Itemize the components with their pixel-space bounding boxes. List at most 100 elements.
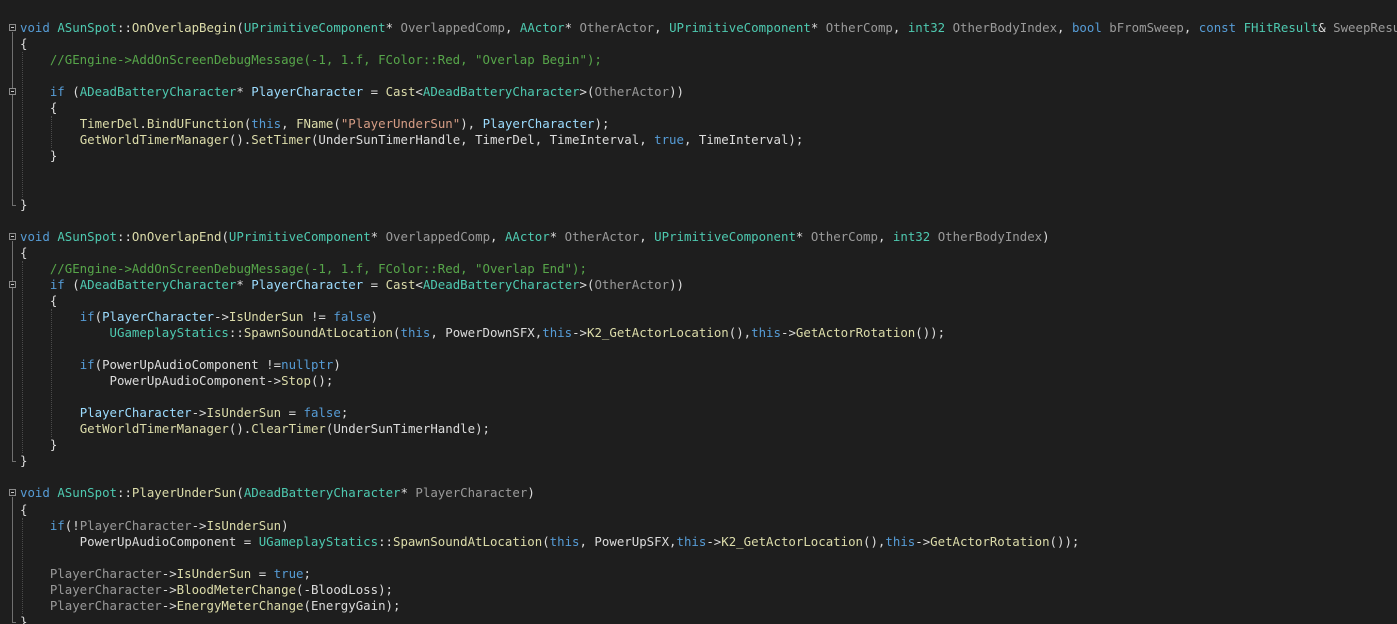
code-token: IsUnderSun	[228, 308, 304, 324]
code-line[interactable]: if (ADeadBatteryCharacter* PlayerCharact…	[0, 277, 1397, 293]
code-text: }	[20, 148, 57, 164]
code-token: (	[64, 276, 80, 292]
code-token: int32	[892, 228, 931, 244]
code-token: this	[549, 533, 580, 549]
code-line[interactable]: GetWorldTimerManager().SetTimer(UnderSun…	[0, 132, 1397, 148]
code-token: IsUnderSun	[176, 565, 252, 581]
code-token: ().	[228, 132, 252, 148]
code-line[interactable]: if(PowerUpAudioComponent !=nullptr)	[0, 357, 1397, 373]
collapse-minus-icon[interactable]	[9, 232, 16, 240]
code-line[interactable]: PlayerCharacter->EnergyMeterChange(Energ…	[0, 598, 1397, 614]
code-token: ,	[1183, 20, 1199, 35]
code-line[interactable]: TimerDel.BindUFunction(this, FName("Play…	[0, 116, 1397, 132]
code-line[interactable]	[0, 181, 1397, 197]
code-text: if(PowerUpAudioComponent !=nullptr)	[20, 357, 341, 373]
code-text: TimerDel.BindUFunction(this, FName("Play…	[20, 116, 610, 132]
code-token: *	[810, 20, 826, 35]
code-line[interactable]	[0, 68, 1397, 84]
code-line[interactable]: PlayerCharacter->IsUnderSun = false;	[0, 405, 1397, 421]
code-token: PlayerCharacter	[482, 116, 595, 132]
code-token: ,	[877, 228, 893, 244]
code-token: true	[654, 132, 684, 148]
code-text: {	[20, 293, 57, 309]
code-line[interactable]: PowerUpAudioComponent->Stop();	[0, 373, 1397, 389]
code-token: ->	[191, 405, 207, 421]
code-editor[interactable]: void ASunSpot::OnOverlapBegin(UPrimitive…	[0, 0, 1397, 624]
code-line[interactable]: //GEngine->AddOnScreenDebugMessage(-1, 1…	[0, 261, 1397, 277]
code-token: void	[20, 485, 50, 501]
code-line[interactable]: //GEngine->AddOnScreenDebugMessage(-1, 1…	[0, 52, 1397, 68]
code-line[interactable]: }	[0, 437, 1397, 453]
collapse-minus-icon[interactable]	[9, 489, 16, 497]
code-token: ());	[915, 324, 946, 340]
code-token: this	[542, 324, 573, 340]
code-line[interactable]	[0, 389, 1397, 405]
code-line[interactable]: UGameplayStatics::SpawnSoundAtLocation(t…	[0, 325, 1397, 341]
collapse-minus-icon[interactable]	[9, 24, 16, 31]
code-token: OtherComp	[810, 228, 878, 244]
code-token: (	[221, 228, 229, 244]
code-text: }	[20, 197, 27, 213]
code-line[interactable]	[0, 213, 1397, 229]
code-line[interactable]: {	[0, 245, 1397, 261]
code-token: PlayerCharacter	[251, 276, 364, 292]
code-text: }	[20, 614, 27, 624]
code-text: {	[20, 502, 27, 518]
code-text: //GEngine->AddOnScreenDebugMessage(-1, 1…	[20, 52, 602, 68]
code-token: <	[415, 84, 423, 100]
code-line[interactable]	[0, 469, 1397, 485]
code-token: bFromSweep	[1109, 20, 1184, 35]
code-line[interactable]: }	[0, 614, 1397, 624]
code-line[interactable]: GetWorldTimerManager().ClearTimer(UnderS…	[0, 421, 1397, 437]
code-line[interactable]: {	[0, 100, 1397, 116]
code-line[interactable]	[0, 164, 1397, 180]
code-line[interactable]: }	[0, 197, 1397, 213]
code-line[interactable]: void ASunSpot::PlayerUnderSun(ADeadBatte…	[0, 485, 1397, 501]
code-line[interactable]: {	[0, 293, 1397, 309]
code-token: UPrimitiveComponent	[228, 228, 371, 244]
code-line[interactable]: void ASunSpot::OnOverlapEnd(UPrimitiveCo…	[0, 229, 1397, 245]
code-token: }	[20, 453, 28, 469]
code-line[interactable]: }	[0, 453, 1397, 469]
code-line[interactable]: PowerUpAudioComponent = UGameplayStatics…	[0, 534, 1397, 550]
code-token: ->	[572, 324, 587, 340]
code-token: *	[549, 228, 565, 244]
code-text: void ASunSpot::OnOverlapBegin(UPrimitive…	[20, 20, 1397, 36]
code-line[interactable]	[0, 341, 1397, 357]
code-token: <	[415, 276, 423, 292]
code-line[interactable]	[0, 550, 1397, 566]
code-token: ADeadBatteryCharacter	[422, 276, 580, 292]
code-line[interactable]: void ASunSpot::OnOverlapBegin(UPrimitive…	[0, 20, 1397, 36]
code-line[interactable]: {	[0, 502, 1397, 518]
code-token: .	[139, 116, 147, 132]
code-token: SpawnSoundAtLocation	[393, 533, 543, 549]
code-token: Stop	[281, 373, 311, 389]
code-token: =	[281, 405, 304, 421]
code-line[interactable]: if(!PlayerCharacter->IsUnderSun)	[0, 518, 1397, 534]
code-token: IsUnderSun	[206, 405, 282, 421]
code-line[interactable]: }	[0, 148, 1397, 164]
code-token: SetTimer	[251, 132, 311, 148]
code-line[interactable]: PlayerCharacter->BloodMeterChange(-Blood…	[0, 582, 1397, 598]
code-token: !=	[303, 308, 334, 324]
code-token: *	[370, 228, 386, 244]
code-token: {	[20, 501, 28, 517]
code-token: this	[676, 533, 707, 549]
code-token: Cast	[385, 84, 416, 100]
code-token: void	[20, 20, 50, 35]
code-token: ,	[892, 20, 908, 35]
code-token: OnOverlapEnd	[131, 228, 222, 244]
collapse-minus-icon[interactable]	[9, 88, 16, 96]
code-line[interactable]: {	[0, 36, 1397, 52]
collapse-minus-icon[interactable]	[9, 280, 16, 288]
code-line[interactable]: if (ADeadBatteryCharacter* PlayerCharact…	[0, 84, 1397, 100]
code-line[interactable]: PlayerCharacter->IsUnderSun = true;	[0, 566, 1397, 582]
code-line[interactable]: if(PlayerCharacter->IsUnderSun != false)	[0, 309, 1397, 325]
code-token: GetWorldTimerManager	[79, 421, 229, 437]
code-token: (	[542, 533, 550, 549]
